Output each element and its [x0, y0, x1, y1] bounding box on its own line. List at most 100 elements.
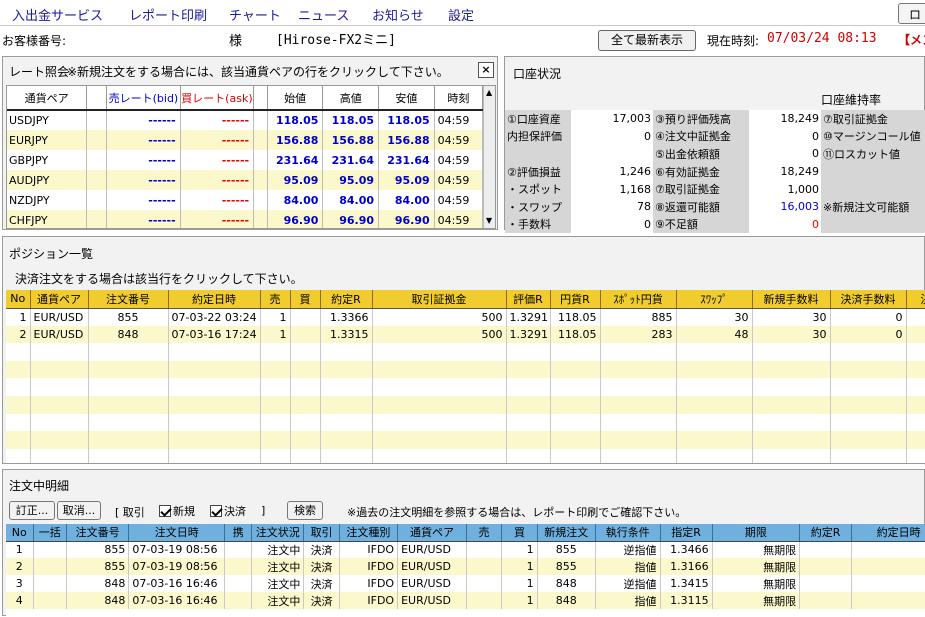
pair-cell: CHFJPY	[7, 210, 88, 228]
rate-row[interactable]: USDJPY ------ ------ 118.05 118.05 118.0…	[7, 110, 484, 130]
new-filter-checkbox[interactable]: 新規	[159, 503, 195, 519]
ask-cell: ------	[180, 210, 255, 228]
position-row[interactable]: 2 EUR/USD 848 07-03-16 17:24 1 1.3315 50…	[6, 325, 925, 344]
checkbox-checked-icon[interactable]	[210, 505, 222, 517]
cell	[224, 592, 253, 609]
empty-row	[6, 378, 925, 396]
high-cell: 231.64	[322, 150, 380, 170]
account-label: ⑧返還可能額	[653, 197, 749, 216]
maintenance-alert-link[interactable]: 【メン	[898, 31, 925, 48]
rate-scrollbar[interactable]: ▲ ▼	[483, 86, 495, 228]
col-pair: 通貨ペア	[7, 86, 88, 111]
low-cell: 96.90	[378, 210, 435, 228]
menu-notice[interactable]: お知らせ	[372, 5, 424, 24]
cell: IFDO	[339, 592, 399, 609]
positions-table: No 通貨ペア 注文番号 約定日時 売 買 約定R 取引証拠金 評価R 円貨R …	[6, 290, 925, 463]
cell: 決済	[303, 558, 340, 575]
account-label	[821, 180, 925, 198]
logout-button[interactable]: ロ	[898, 3, 925, 24]
pos-col-exec-rate: 約定R	[320, 290, 373, 309]
cell	[290, 325, 321, 344]
cell: 1.3315	[320, 325, 373, 344]
cell: 1.3466	[660, 541, 713, 558]
time-cell: 04:59	[434, 190, 484, 210]
orders-note: ※過去の注文明細を参照する場合は、レポート印刷でご確認下さい。	[347, 506, 687, 519]
account-value: 0	[644, 129, 651, 143]
account-label: ⑩マージンコール値	[821, 127, 925, 146]
rate-row[interactable]: AUDJPY ------ ------ 95.09 95.09 95.09 0…	[7, 170, 484, 190]
pos-col-spot-yen: ｽﾎﾟｯﾄ円貨	[600, 290, 677, 309]
account-name: [Hirose-FX2ミニ]	[276, 33, 396, 48]
settle-filter-checkbox[interactable]: 決済	[210, 503, 246, 519]
bid-cell: ------	[106, 150, 181, 170]
account-panel: 口座状況 口座維持率 ①口座資産 17,003 ③預り評価残高 18,249 ⑦…	[504, 56, 925, 234]
cell: EUR/USD	[397, 592, 467, 609]
cell	[466, 558, 503, 575]
correct-order-button[interactable]: 訂正...	[9, 501, 55, 520]
cell	[33, 541, 67, 558]
rate-header-row: 通貨ペア 売レート(bid) 買レート(ask) 始値 高値 安値 時刻	[7, 86, 484, 111]
honorific-label: 様	[229, 34, 243, 49]
current-time-value: 07/03/24 08:13	[767, 31, 877, 46]
pair-cell: GBPJPY	[7, 150, 88, 170]
account-value: 0	[644, 217, 651, 231]
menu-chart[interactable]: チャート	[229, 5, 281, 24]
cell: 注文中	[251, 558, 305, 575]
cell: 848	[88, 325, 169, 344]
menu-report-print[interactable]: レポート印刷	[129, 5, 207, 24]
cell	[33, 558, 67, 575]
time-cell: 04:59	[434, 170, 484, 190]
menu-settings[interactable]: 設定	[448, 5, 474, 24]
close-icon[interactable]: ×	[478, 62, 494, 78]
position-row[interactable]: 1 EUR/USD 855 07-03-22 03:24 1 1.3366 50…	[6, 308, 925, 326]
scroll-up-icon[interactable]: ▲	[486, 88, 492, 97]
rate-row[interactable]: GBPJPY ------ ------ 231.64 231.64 231.6…	[7, 150, 484, 170]
ord-col-order-time: 注文日時	[128, 524, 226, 542]
rate-table: 通貨ペア 売レート(bid) 買レート(ask) 始値 高値 安値 時刻 USD…	[7, 86, 484, 228]
cell: 48	[676, 325, 753, 344]
cell	[799, 575, 853, 592]
col-open: 始値	[267, 86, 324, 111]
customer-number-label: お客様番号:	[2, 34, 67, 48]
settle-filter-label: 決済	[224, 505, 246, 518]
pair-cell: USDJPY	[7, 110, 88, 130]
col-high: 高値	[322, 86, 380, 111]
order-row[interactable]: 4 848 07-03-16 16:46 注文中 決済 IFDO EUR/USD…	[6, 592, 925, 609]
checkbox-checked-icon[interactable]	[159, 505, 171, 517]
cell: 決済	[303, 592, 340, 609]
scroll-down-icon[interactable]: ▼	[486, 216, 492, 225]
rate-row[interactable]: NZDJPY ------ ------ 84.00 84.00 84.00 0…	[7, 190, 484, 210]
search-button[interactable]: 検索	[287, 501, 323, 520]
cell: 118.05	[550, 325, 601, 344]
account-label: ⑦取引証拠金	[821, 110, 925, 128]
ord-col-sell: 売	[466, 524, 503, 542]
menu-news[interactable]: ニュース	[298, 5, 349, 24]
refresh-all-button[interactable]: 全て最新表示	[598, 30, 696, 51]
col-time: 時刻	[434, 86, 484, 111]
empty-row	[6, 448, 925, 463]
menu-deposit-service[interactable]: 入出金サービス	[12, 5, 103, 24]
cell	[799, 592, 853, 609]
ord-col-condition: 執行条件	[595, 524, 661, 542]
order-row[interactable]: 3 848 07-03-16 16:46 注文中 決済 IFDO EUR/USD…	[6, 575, 925, 592]
open-cell: 118.05	[267, 110, 324, 130]
cell: 848	[537, 575, 596, 592]
order-row[interactable]: 1 855 07-03-19 08:56 注文中 決済 IFDO EUR/USD…	[6, 541, 925, 558]
open-cell: 231.64	[267, 150, 324, 170]
cell: 0	[830, 325, 907, 344]
cell: 4	[6, 592, 34, 609]
account-value: 0	[812, 147, 819, 161]
account-value: 1,000	[787, 182, 820, 196]
cell: 無期限	[712, 592, 801, 609]
time-cell: 04:59	[434, 210, 484, 228]
pos-col-yen-rate: 円貨R	[550, 290, 601, 309]
cell	[906, 325, 925, 344]
rate-panel: レート照会 ※新規注文をする場合には、該当通貨ペアの行をクリックして下さい。 ×…	[2, 56, 498, 230]
order-row[interactable]: 2 855 07-03-19 08:56 注文中 決済 IFDO EUR/USD…	[6, 558, 925, 575]
rate-row[interactable]: EURJPY ------ ------ 156.88 156.88 156.8…	[7, 130, 484, 150]
ord-col-bulk: 一括	[33, 524, 67, 542]
open-cell: 95.09	[267, 170, 324, 190]
pos-col-buy: 買	[290, 290, 321, 309]
rate-row[interactable]: CHFJPY ------ ------ 96.90 96.90 96.90 0…	[7, 210, 484, 228]
cancel-order-button[interactable]: 取消...	[57, 501, 101, 520]
